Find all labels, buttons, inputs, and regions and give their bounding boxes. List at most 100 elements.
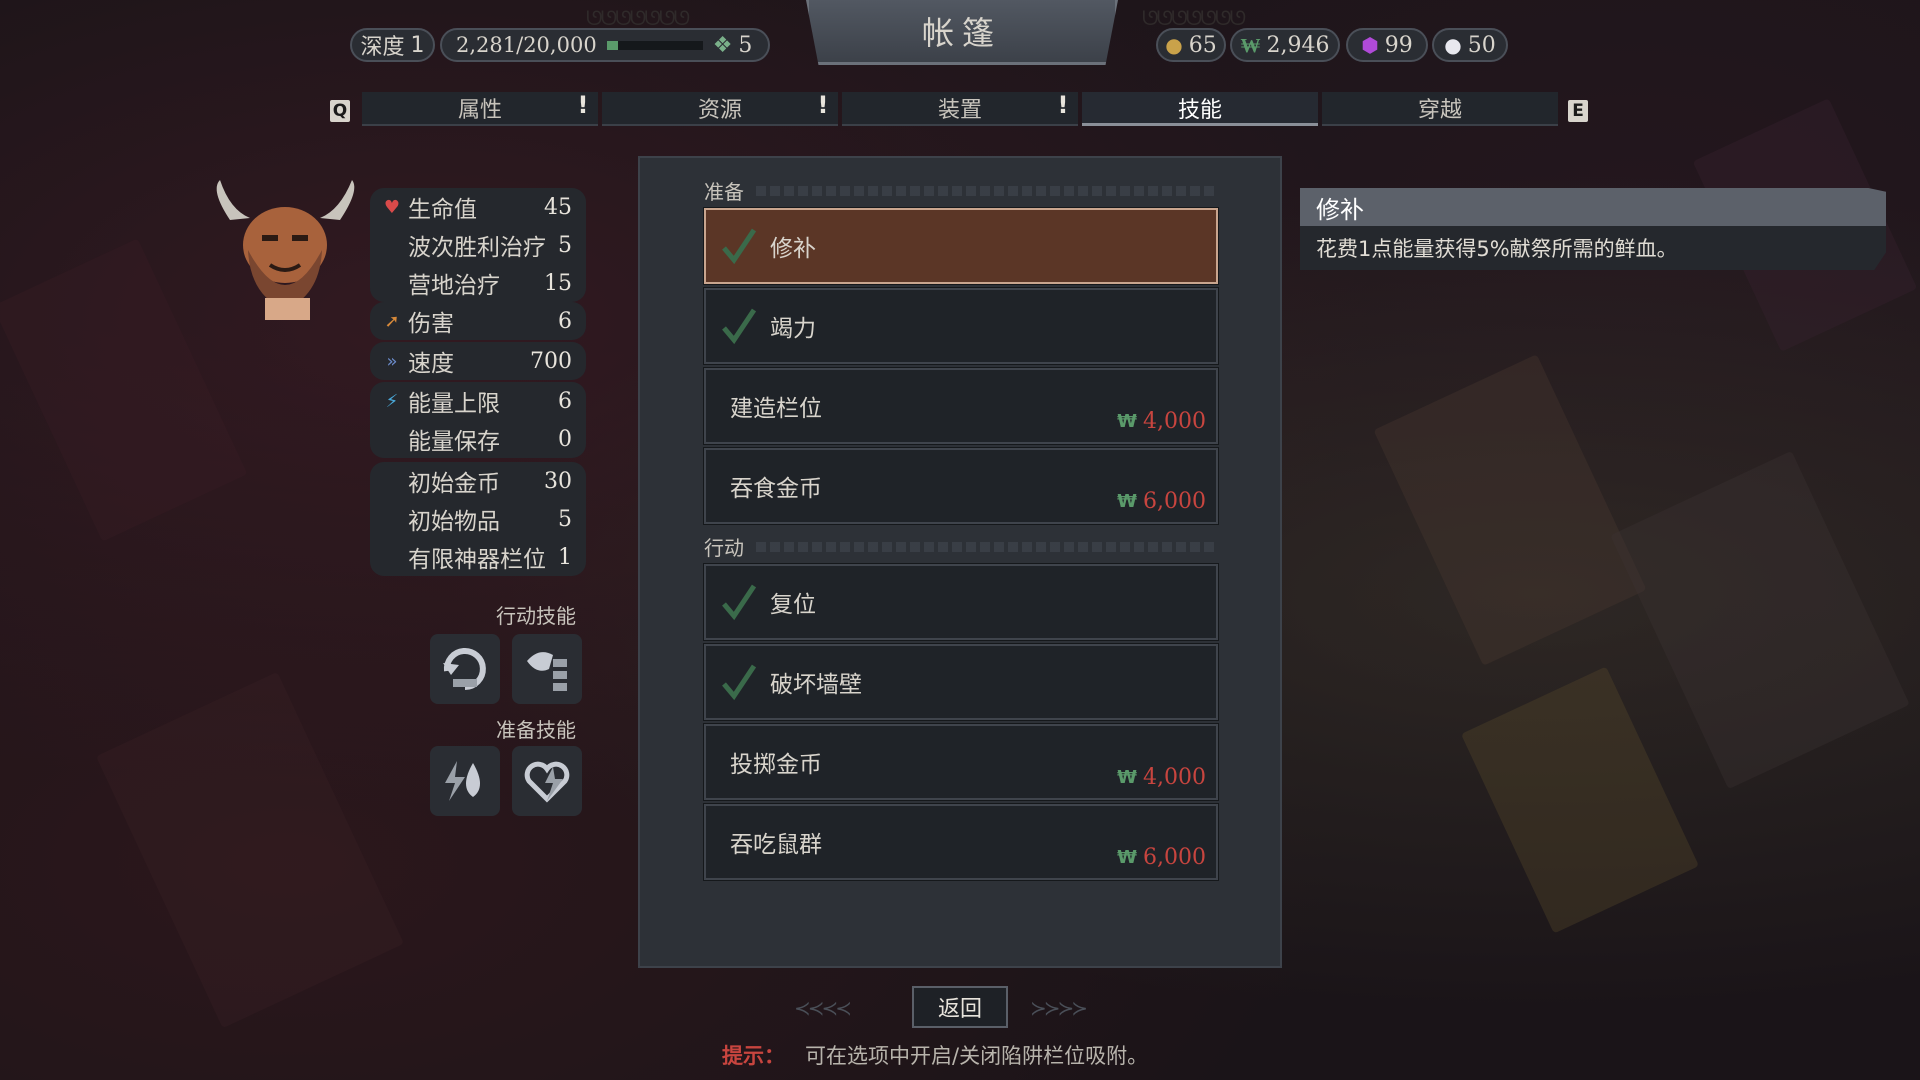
energy-stats: ⚡ 能量上限 6 能量保存 0 — [370, 382, 586, 458]
skill-name: 竭力 — [770, 316, 816, 342]
damage-stat: ➚ 伤害 6 — [370, 302, 586, 340]
reset-skill-icon[interactable] — [430, 634, 500, 704]
prep-skills-heading: 准备技能 — [496, 718, 576, 742]
key-hint-e[interactable]: E — [1568, 100, 1588, 122]
tab-devices[interactable]: 装置 ! — [842, 91, 1078, 126]
skill-name: 复位 — [770, 592, 816, 618]
blood-counter: ₩ 2,946 — [1230, 28, 1340, 62]
tab-label: 属性 — [457, 98, 502, 123]
progress-text: 2,281/20,000 — [456, 33, 597, 57]
depth-value: 1 — [410, 32, 425, 58]
stat-label: 伤害 — [408, 311, 454, 337]
tab-bar: 属性 ! 资源 ! 装置 ! 技能 穿越 — [362, 91, 1562, 128]
check-icon — [706, 306, 770, 346]
stat-hp: ♥ 生命值 45 — [370, 188, 586, 226]
skill-row-devour-rats[interactable]: 吞吃鼠群 ₩6,000 — [703, 803, 1219, 881]
stat-value: 700 — [530, 348, 572, 374]
pearl-value: 50 — [1467, 32, 1496, 58]
greek-ornament-right: ᘎᘎᘎᘎᘎᘎᘎ — [1142, 6, 1246, 30]
blood-icon: ₩ — [1240, 32, 1261, 57]
ornament-right: ≻≻≻≻ — [1030, 996, 1088, 1020]
skill-row-throw-gold[interactable]: 投掷金币 ₩4,000 — [703, 723, 1219, 801]
gold-counter: ● 65 — [1156, 28, 1226, 62]
skill-name: 投掷金币 — [730, 752, 822, 778]
mend-skill-icon[interactable] — [430, 746, 500, 816]
blood-icon: ₩ — [1117, 767, 1138, 788]
cost-value: 4,000 — [1143, 409, 1206, 434]
skill-row-devour-gold[interactable]: 吞食金币 ₩6,000 — [703, 447, 1219, 525]
skill-row-break-wall[interactable]: 破坏墙壁 — [703, 643, 1219, 721]
soul-value: 99 — [1384, 32, 1413, 58]
stat-speed: » 速度 700 — [370, 342, 586, 380]
stat-label: 初始金币 — [408, 471, 500, 497]
skills-panel: 准备 修补 竭力 建造栏位 ₩4,000 吞食金币 ₩6,000 行动 复位 破… — [638, 156, 1282, 968]
alert-icon: ! — [812, 88, 834, 128]
depth-indicator: 深度 1 — [350, 28, 435, 62]
pearl-icon: ● — [1444, 33, 1462, 57]
greek-ornament-left: ᘎᘎᘎᘎᘎᘎᘎ — [586, 6, 690, 30]
lightning-icon: ⚡ — [385, 390, 399, 412]
key-hint-q[interactable]: Q — [330, 100, 350, 122]
stat-label: 能量保存 — [408, 429, 500, 455]
skill-name: 修补 — [770, 236, 816, 262]
skill-row-build-slot[interactable]: 建造栏位 ₩4,000 — [703, 367, 1219, 445]
skill-cost: ₩4,000 — [1117, 409, 1206, 434]
skill-row-exert[interactable]: 竭力 — [703, 287, 1219, 365]
tab-attributes[interactable]: 属性 ! — [362, 91, 598, 126]
back-button[interactable]: 返回 — [912, 986, 1008, 1028]
stat-value: 5 — [558, 232, 572, 258]
sword-icon: ➚ — [384, 310, 400, 332]
stat-value: 30 — [544, 468, 572, 494]
action-skills-heading: 行动技能 — [496, 604, 576, 628]
speed-stat: » 速度 700 — [370, 342, 586, 380]
skill-row-reset[interactable]: 复位 — [703, 563, 1219, 641]
stat-label: 速度 — [408, 351, 454, 377]
blood-icon: ₩ — [1117, 847, 1138, 868]
cost-value: 4,000 — [1143, 765, 1206, 790]
stat-damage: ➚ 伤害 6 — [370, 302, 586, 340]
hint-text: 可在选项中开启/关闭陷阱栏位吸附。 — [805, 1044, 1149, 1068]
section-divider — [756, 186, 1218, 196]
tab-skills[interactable]: 技能 — [1082, 92, 1318, 126]
skill-cost: ₩6,000 — [1117, 489, 1206, 514]
tab-traverse[interactable]: 穿越 — [1322, 92, 1558, 126]
stat-wave-heal: 波次胜利治疗 5 — [370, 226, 586, 264]
soul-counter: ⬢ 99 — [1346, 28, 1428, 62]
page-title: 帐篷 — [806, 0, 1118, 65]
stat-relic-slots: 有限神器栏位 1 — [370, 538, 586, 576]
skill-name: 吞吃鼠群 — [730, 832, 822, 858]
gem-icon: ❖ — [712, 32, 733, 58]
stat-label: 生命值 — [408, 197, 477, 223]
skill-row-mend[interactable]: 修补 — [703, 207, 1219, 285]
stat-energy-max: ⚡ 能量上限 6 — [370, 382, 586, 420]
gold-coins-icon: ● — [1165, 33, 1183, 57]
pearl-counter: ● 50 — [1432, 28, 1508, 62]
tab-resources[interactable]: 资源 ! — [602, 91, 838, 126]
skill-tooltip: 修补 花费1点能量获得5%献祭所需的鲜血。 — [1300, 188, 1886, 270]
skill-name: 破坏墙壁 — [770, 672, 862, 698]
stat-label: 能量上限 — [408, 391, 500, 417]
break-wall-skill-icon[interactable] — [512, 634, 582, 704]
stat-start-items: 初始物品 5 — [370, 500, 586, 538]
action-section-label: 行动 — [704, 536, 744, 560]
blood-value: 2,946 — [1266, 32, 1330, 58]
stat-label: 波次胜利治疗 — [408, 235, 546, 261]
top-bar: ᘎᘎᘎᘎᘎᘎᘎ ᘎᘎᘎᘎᘎᘎᘎ 深度 1 2,281/20,000 ❖ 5 帐篷… — [0, 0, 1920, 70]
progress-fill — [606, 40, 618, 50]
exert-skill-icon[interactable] — [512, 746, 582, 816]
stat-energy-keep: 能量保存 0 — [370, 420, 586, 458]
check-icon — [706, 226, 770, 266]
stat-start-gold: 初始金币 30 — [370, 462, 586, 500]
section-divider — [756, 542, 1218, 552]
stat-value: 6 — [558, 308, 572, 334]
heart-icon: ♥ — [383, 196, 401, 218]
stat-camp-heal: 营地治疗 15 — [370, 264, 586, 302]
starting-stats: 初始金币 30 初始物品 5 有限神器栏位 1 — [370, 462, 586, 576]
tab-label: 装置 — [937, 98, 982, 123]
stat-value: 6 — [558, 388, 572, 414]
stat-value: 5 — [558, 506, 572, 532]
hint-label: 提示： — [722, 1044, 785, 1068]
alert-icon: ! — [572, 88, 594, 128]
stat-value: 1 — [558, 544, 572, 570]
alert-icon: ! — [1052, 88, 1074, 128]
